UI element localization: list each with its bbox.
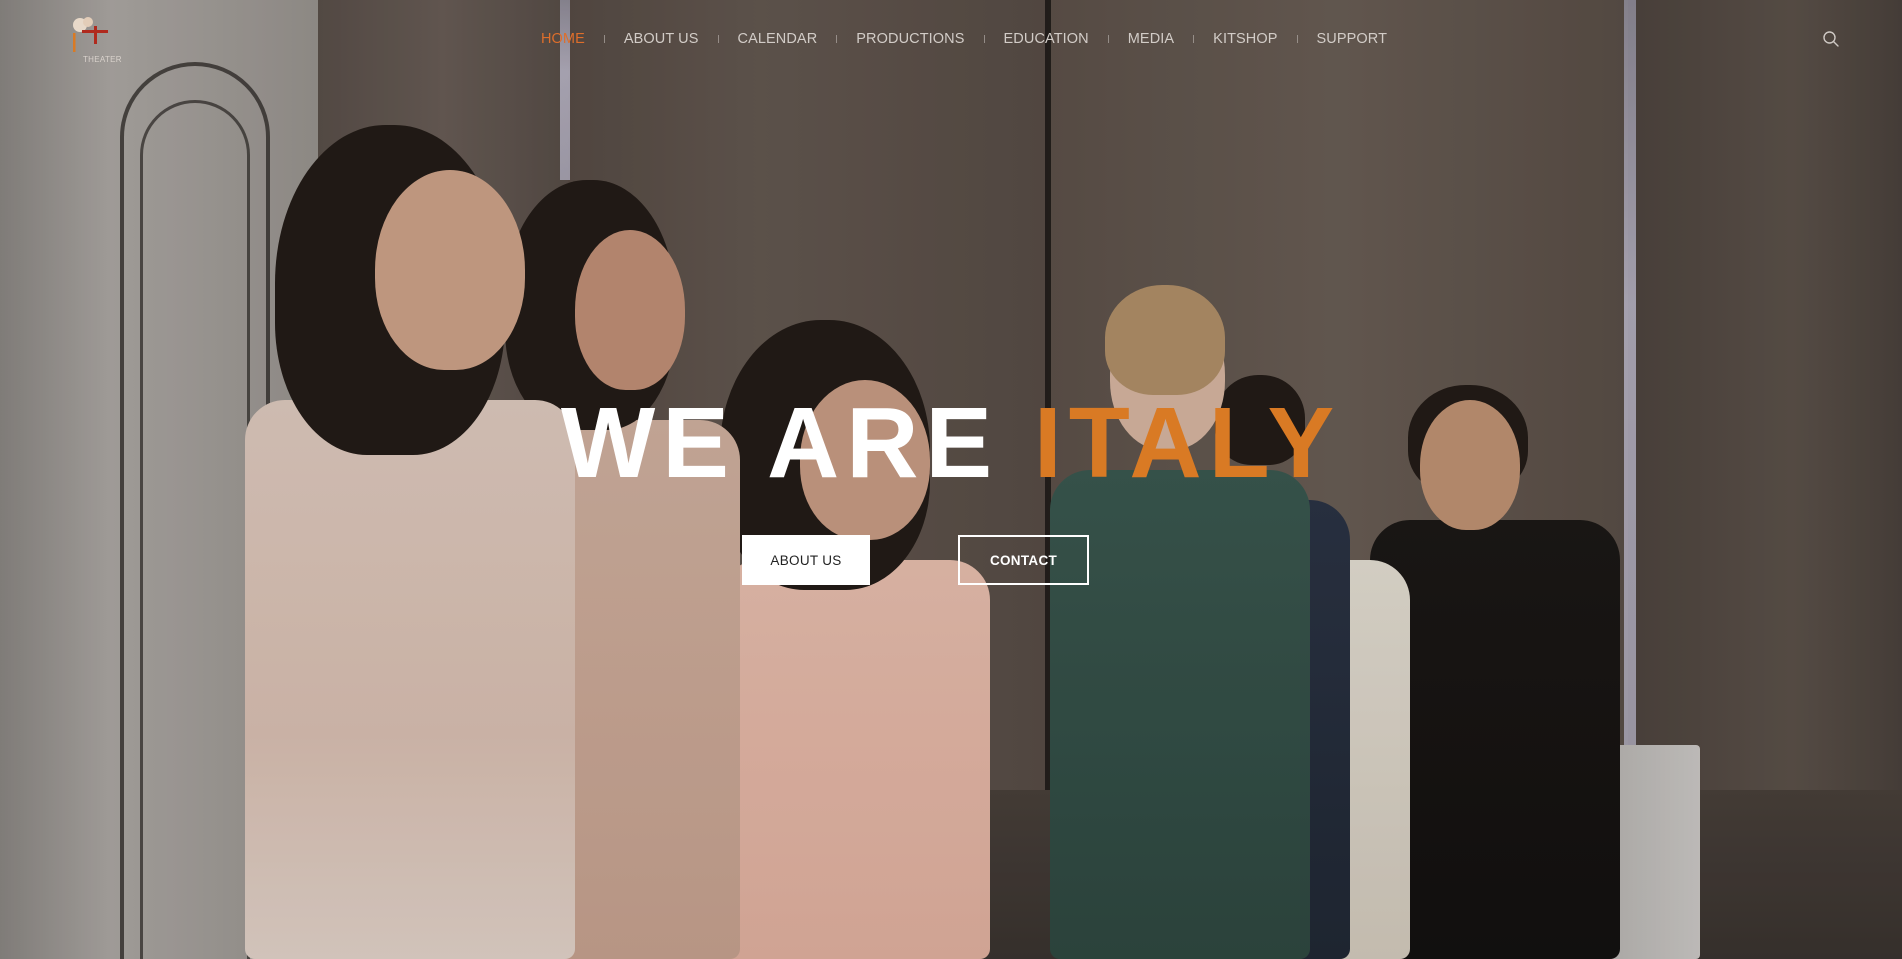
- logo-subtext: THEATER: [83, 55, 122, 64]
- nav-item-productions[interactable]: PRODUCTIONS: [837, 31, 983, 47]
- search-button[interactable]: [1822, 30, 1840, 48]
- hero-headline-accent: ITALY: [1033, 387, 1342, 499]
- main-nav: HOME ABOUT US CALENDAR PRODUCTIONS EDUCA…: [0, 25, 1902, 53]
- nav-item-calendar[interactable]: CALENDAR: [719, 31, 837, 47]
- nav-separator: [836, 35, 838, 43]
- nav-separator: [603, 35, 605, 43]
- nav-separator: [717, 35, 719, 43]
- nav-separator: [1193, 35, 1195, 43]
- nav-item-media[interactable]: MEDIA: [1109, 31, 1193, 47]
- nav-item-about-us[interactable]: ABOUT US: [605, 31, 718, 47]
- nav-item-home[interactable]: HOME: [522, 31, 604, 47]
- nav-item-education[interactable]: EDUCATION: [985, 31, 1108, 47]
- hero-headline-main: WE ARE: [560, 387, 1034, 499]
- contact-button[interactable]: CONTACT: [958, 535, 1089, 585]
- nav-item-kitshop[interactable]: KITSHOP: [1194, 31, 1296, 47]
- about-us-button[interactable]: ABOUT US: [742, 535, 870, 585]
- nav-separator: [983, 35, 985, 43]
- nav-separator: [1296, 35, 1298, 43]
- hero-headline: WE ARE ITALY: [0, 388, 1902, 498]
- search-icon: [1823, 31, 1839, 47]
- nav-separator: [1107, 35, 1109, 43]
- nav-item-support[interactable]: SUPPORT: [1298, 31, 1407, 47]
